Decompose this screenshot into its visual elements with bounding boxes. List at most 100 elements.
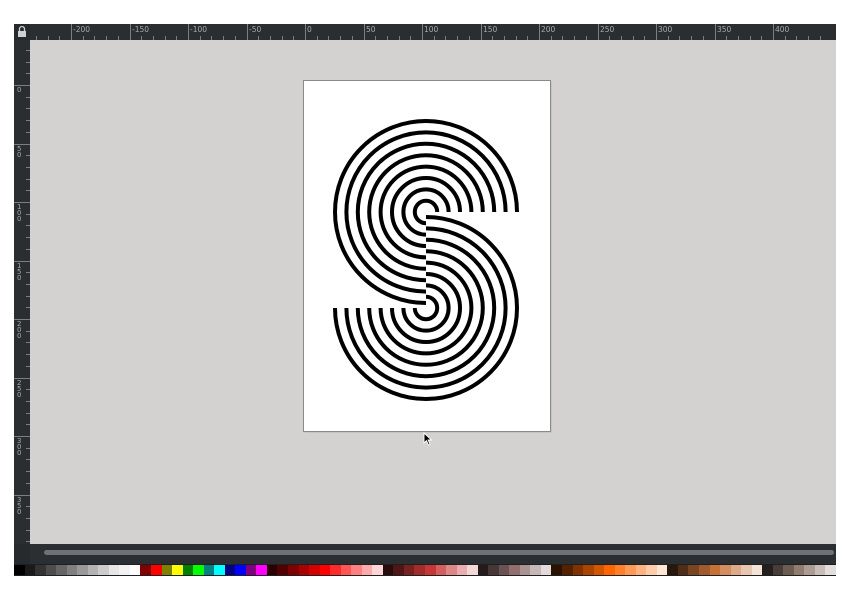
ruler-corner[interactable] — [14, 24, 30, 40]
color-swatch[interactable] — [129, 565, 141, 575]
ruler-major-tick — [305, 24, 306, 40]
color-swatch[interactable] — [814, 565, 826, 575]
spiral-ring-bottom[interactable] — [378, 260, 474, 356]
color-swatch[interactable] — [340, 565, 352, 575]
horizontal-ruler[interactable]: -200 -150 -100 -50 0 50 100 150 200 250 300 350 400 — [30, 24, 836, 40]
color-swatch[interactable] — [583, 565, 595, 575]
color-swatch[interactable] — [425, 565, 436, 575]
color-swatch[interactable] — [245, 565, 257, 575]
color-swatch[interactable] — [56, 565, 68, 575]
color-swatch[interactable] — [677, 565, 689, 575]
color-swatch[interactable] — [193, 565, 205, 575]
color-swatch[interactable] — [699, 565, 710, 575]
drawing-canvas[interactable] — [30, 40, 836, 544]
color-swatch[interactable] — [435, 565, 447, 575]
color-swatch[interactable] — [498, 565, 510, 575]
color-swatch[interactable] — [709, 565, 721, 575]
color-swatch[interactable] — [804, 565, 816, 575]
spiral-ring-bottom[interactable] — [412, 294, 440, 322]
color-swatch[interactable] — [793, 565, 805, 575]
color-swatch[interactable] — [467, 565, 479, 575]
color-swatch[interactable] — [235, 565, 247, 575]
spiral-ring-top[interactable] — [412, 198, 440, 226]
ruler-major-tick — [656, 24, 657, 40]
color-swatch[interactable] — [203, 565, 215, 575]
color-swatch[interactable] — [172, 565, 184, 575]
color-swatch[interactable] — [277, 565, 289, 575]
color-swatch[interactable] — [562, 565, 573, 575]
color-swatch[interactable] — [182, 565, 194, 575]
color-swatch[interactable] — [119, 565, 131, 575]
color-swatch[interactable] — [351, 565, 363, 575]
color-swatch[interactable] — [656, 565, 668, 575]
color-swatch[interactable] — [551, 565, 563, 575]
spiral-s-artwork[interactable] — [304, 81, 550, 431]
color-swatch[interactable] — [140, 565, 152, 575]
color-swatch[interactable] — [772, 565, 784, 575]
spiral-ring-top[interactable] — [378, 164, 474, 260]
ruler-label-char: 0 — [17, 391, 22, 399]
color-swatch[interactable] — [224, 565, 236, 575]
color-swatch[interactable] — [266, 565, 278, 575]
color-swatch[interactable] — [414, 565, 426, 575]
color-swatch[interactable] — [762, 565, 774, 575]
color-swatch[interactable] — [288, 565, 299, 575]
color-swatch[interactable] — [688, 565, 700, 575]
color-swatch[interactable] — [720, 565, 732, 575]
color-swatch[interactable] — [783, 565, 795, 575]
color-swatch[interactable] — [309, 565, 321, 575]
color-swatch[interactable] — [477, 565, 489, 575]
color-swatch[interactable] — [98, 565, 110, 575]
color-swatch[interactable] — [540, 565, 552, 575]
color-swatch[interactable] — [393, 565, 405, 575]
ruler-label-char: 0 — [17, 274, 22, 282]
color-swatch[interactable] — [66, 565, 78, 575]
ruler-major-tick — [598, 24, 599, 40]
ruler-major-tick — [364, 24, 365, 40]
color-swatch[interactable] — [161, 565, 173, 575]
color-swatch[interactable] — [87, 565, 99, 575]
color-swatch[interactable] — [456, 565, 468, 575]
lock-icon[interactable] — [14, 24, 30, 40]
color-swatch[interactable] — [488, 565, 500, 575]
color-swatch[interactable] — [330, 565, 342, 575]
horizontal-scrollbar[interactable] — [30, 544, 836, 564]
color-swatch[interactable] — [509, 565, 521, 575]
color-swatch[interactable] — [77, 565, 89, 575]
color-swatch[interactable] — [382, 565, 394, 575]
color-swatch[interactable] — [214, 565, 226, 575]
ruler-label: 0 — [307, 25, 312, 34]
color-swatch[interactable] — [825, 565, 836, 575]
color-swatch[interactable] — [741, 565, 753, 575]
color-swatch[interactable] — [151, 565, 162, 575]
color-swatch[interactable] — [45, 565, 57, 575]
color-swatch[interactable] — [751, 565, 763, 575]
color-swatch[interactable] — [635, 565, 647, 575]
color-swatch[interactable] — [625, 565, 637, 575]
color-palette[interactable] — [14, 564, 836, 576]
color-swatch[interactable] — [256, 565, 268, 575]
color-swatch[interactable] — [519, 565, 531, 575]
color-swatch[interactable] — [361, 565, 373, 575]
color-swatch[interactable] — [530, 565, 542, 575]
scrollbar-thumb[interactable] — [44, 550, 834, 555]
color-swatch[interactable] — [108, 565, 120, 575]
color-swatch[interactable] — [372, 565, 384, 575]
ruler-label: 150 — [17, 263, 27, 282]
color-swatch[interactable] — [593, 565, 605, 575]
color-swatch[interactable] — [604, 565, 616, 575]
color-swatch[interactable] — [298, 565, 310, 575]
color-swatch[interactable] — [14, 565, 25, 575]
color-swatch[interactable] — [614, 565, 626, 575]
color-swatch[interactable] — [319, 565, 331, 575]
vertical-ruler[interactable]: 050100150200250300350 — [14, 40, 30, 544]
color-swatch[interactable] — [646, 565, 658, 575]
color-swatch[interactable] — [403, 565, 415, 575]
color-swatch[interactable] — [667, 565, 679, 575]
color-swatch[interactable] — [730, 565, 742, 575]
color-swatch[interactable] — [446, 565, 458, 575]
color-swatch[interactable] — [572, 565, 584, 575]
document-page[interactable] — [303, 80, 551, 432]
color-swatch[interactable] — [35, 565, 47, 575]
color-swatch[interactable] — [24, 565, 36, 575]
